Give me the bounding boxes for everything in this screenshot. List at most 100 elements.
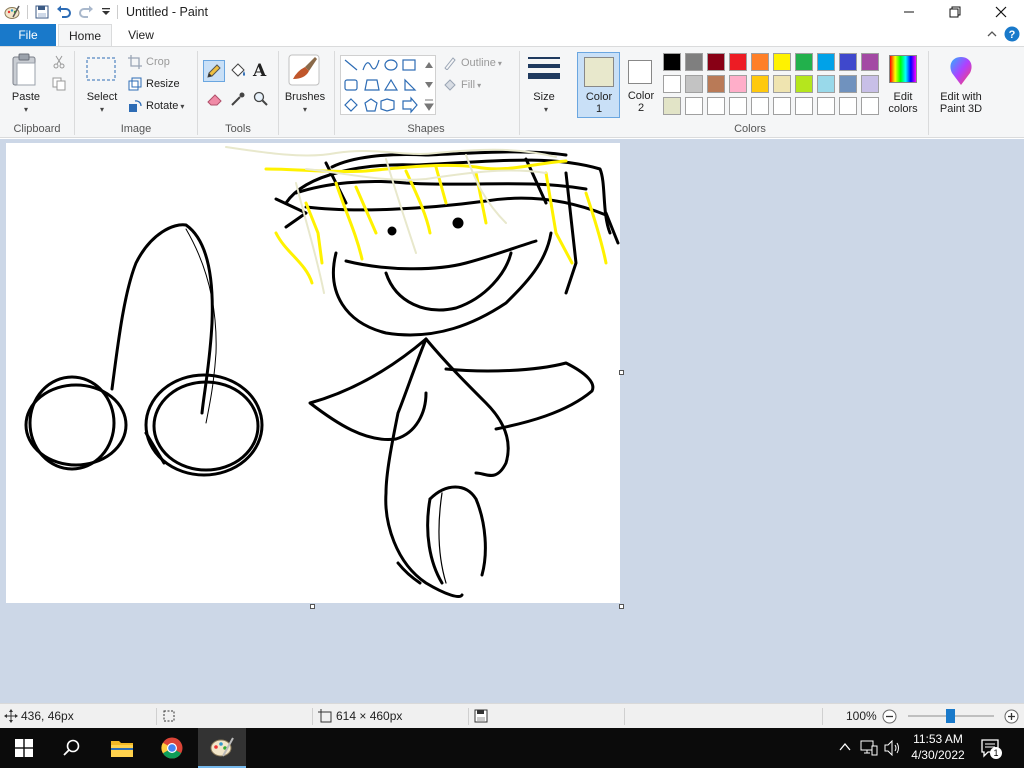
zoom-out-button[interactable]	[882, 709, 897, 727]
tab-file[interactable]: File	[0, 24, 56, 46]
notification-badge: 1	[990, 747, 1002, 759]
system-clock[interactable]: 11:53 AM 4/30/2022	[904, 731, 972, 763]
palette-swatch[interactable]	[861, 53, 879, 71]
cut-icon[interactable]	[52, 55, 66, 72]
palette-swatch[interactable]	[729, 75, 747, 93]
palette-swatch[interactable]	[817, 97, 835, 115]
network-icon[interactable]	[860, 740, 878, 759]
clock-date: 4/30/2022	[911, 748, 965, 762]
palette-swatch[interactable]	[685, 53, 703, 71]
text-tool-icon[interactable]: A	[253, 61, 266, 81]
palette-swatch[interactable]	[817, 75, 835, 93]
help-icon[interactable]: ?	[1004, 26, 1020, 45]
brushes-button[interactable]: Brushes ▾	[283, 53, 327, 117]
size-caret-icon: ▾	[544, 105, 549, 114]
chrome-button[interactable]	[148, 728, 196, 768]
close-button[interactable]	[978, 0, 1024, 24]
palette-swatch[interactable]	[861, 75, 879, 93]
palette-swatch[interactable]	[663, 53, 681, 71]
status-bar: 436, 46px 614 × 460px 100%	[0, 703, 1024, 728]
undo-icon[interactable]	[53, 0, 75, 24]
resize-button[interactable]: Resize	[128, 77, 180, 91]
start-button[interactable]	[0, 728, 48, 768]
color1-label: Color 1	[578, 91, 620, 115]
restore-button[interactable]	[932, 0, 978, 24]
paint-taskbar-button[interactable]	[198, 728, 246, 768]
outline-icon	[444, 57, 456, 70]
palette-swatch[interactable]	[751, 75, 769, 93]
palette-swatch[interactable]	[795, 53, 813, 71]
fill-button[interactable]: Fill ▾	[443, 78, 481, 92]
palette-swatch[interactable]	[817, 53, 835, 71]
minimize-button[interactable]	[886, 0, 932, 24]
save-icon[interactable]	[31, 0, 53, 24]
chevron-up-icon	[839, 742, 851, 751]
canvas-resize-handle-bottom[interactable]	[310, 604, 315, 609]
palette-swatch[interactable]	[663, 97, 681, 115]
select-button[interactable]: Select ▾	[84, 55, 120, 115]
file-explorer-button[interactable]	[98, 728, 146, 768]
drawing-canvas[interactable]	[6, 143, 620, 603]
palette-swatch[interactable]	[685, 75, 703, 93]
palette-swatch[interactable]	[795, 75, 813, 93]
collapse-ribbon-icon[interactable]	[986, 28, 998, 43]
palette-swatch[interactable]	[751, 97, 769, 115]
canvas-workspace[interactable]	[0, 139, 1024, 703]
search-button[interactable]	[48, 728, 96, 768]
palette-swatch[interactable]	[729, 97, 747, 115]
canvas-resize-handle-right[interactable]	[619, 370, 624, 375]
rotate-button[interactable]: Rotate ▾	[128, 99, 184, 113]
palette-swatch[interactable]	[751, 53, 769, 71]
show-hidden-icons-button[interactable]	[838, 740, 852, 757]
ribbon: Paste ▾ Clipboard Select ▾ Crop Resize R…	[0, 46, 1024, 138]
paint3d-line2: Paint 3D	[939, 103, 983, 115]
edit-with-paint3d-button[interactable]: Edit with Paint 3D	[934, 53, 988, 117]
crop-button[interactable]: Crop	[128, 55, 170, 69]
palette-swatch[interactable]	[729, 53, 747, 71]
palette-swatch[interactable]	[685, 97, 703, 115]
magnifier-icon	[253, 91, 268, 106]
clock-time: 11:53 AM	[913, 732, 963, 746]
palette-swatch[interactable]	[861, 97, 879, 115]
zoom-slider-thumb[interactable]	[946, 709, 955, 723]
palette-swatch[interactable]	[663, 75, 681, 93]
palette-swatch[interactable]	[839, 53, 857, 71]
palette-swatch[interactable]	[795, 97, 813, 115]
fill-tool[interactable]	[229, 62, 247, 83]
palette-swatch[interactable]	[707, 75, 725, 93]
edit-colors-button[interactable]: Edit colors	[884, 53, 924, 117]
eraser-tool[interactable]	[206, 91, 224, 110]
group-separator	[519, 51, 520, 135]
canvas-resize-handle-corner[interactable]	[619, 604, 624, 609]
color1-button[interactable]: Color 1	[577, 52, 620, 118]
pencil-tool[interactable]	[203, 60, 225, 82]
action-center-button[interactable]: 1	[980, 738, 1002, 761]
shapes-gallery[interactable]	[340, 55, 436, 115]
palette-swatch[interactable]	[773, 53, 791, 71]
canvas-drawing	[24, 146, 620, 598]
magnifier-tool[interactable]	[253, 91, 269, 110]
paint-app-icon[interactable]	[0, 0, 24, 24]
paste-button[interactable]: Paste ▾	[8, 53, 44, 114]
palette-swatch[interactable]	[839, 97, 857, 115]
color2-button[interactable]: Color 2	[622, 52, 660, 118]
palette-swatch[interactable]	[839, 75, 857, 93]
volume-icon[interactable]	[884, 739, 902, 759]
redo-icon[interactable]	[75, 0, 97, 24]
edit-colors-label: Edit colors	[882, 91, 924, 115]
color-picker-tool[interactable]	[230, 91, 246, 110]
customize-toolbar-icon[interactable]	[97, 0, 115, 24]
outline-button[interactable]: Outline ▾	[443, 56, 502, 70]
close-icon	[995, 6, 1007, 18]
size-button[interactable]: Size ▾	[526, 55, 564, 119]
palette-swatch[interactable]	[707, 53, 725, 71]
palette-swatch[interactable]	[773, 97, 791, 115]
tab-view[interactable]: View	[114, 24, 168, 46]
copy-icon[interactable]	[52, 77, 66, 94]
palette-swatch[interactable]	[773, 75, 791, 93]
zoom-in-button[interactable]	[1004, 709, 1019, 727]
tab-home[interactable]: Home	[58, 24, 112, 47]
palette-swatch[interactable]	[707, 97, 725, 115]
status-separator	[312, 708, 313, 725]
eyedropper-icon	[231, 92, 245, 106]
